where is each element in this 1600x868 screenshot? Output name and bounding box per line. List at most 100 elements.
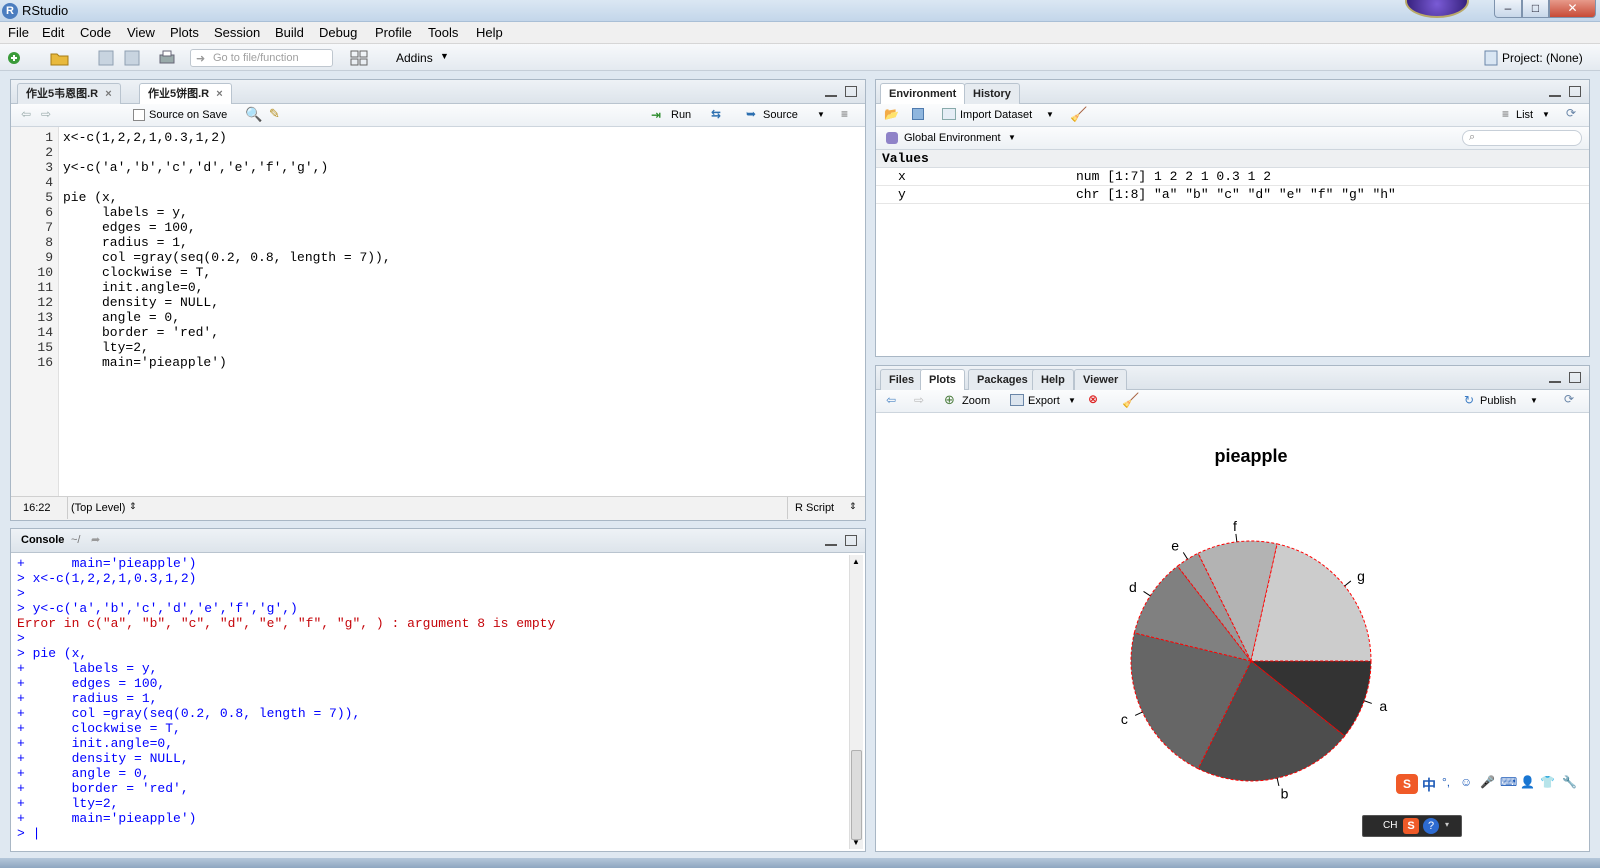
user-icon[interactable]: 👤 (1520, 775, 1535, 789)
source-on-save-checkbox[interactable] (133, 109, 145, 121)
new-file-icon[interactable] (6, 50, 24, 66)
tab-plots[interactable]: Plots (920, 369, 965, 391)
zoom-button[interactable]: Zoom (962, 395, 990, 407)
menu-session[interactable]: Session (214, 25, 260, 40)
save-all-icon[interactable] (124, 50, 142, 66)
maximize-pane-icon[interactable] (845, 535, 857, 546)
scroll-thumb[interactable] (851, 750, 862, 840)
save-icon[interactable] (98, 50, 116, 66)
menu-edit[interactable]: Edit (42, 25, 64, 40)
menu-debug[interactable]: Debug (319, 25, 357, 40)
close-tab-icon[interactable]: × (105, 88, 111, 100)
load-workspace-icon[interactable]: 📂 (884, 107, 899, 121)
scope-updown-icon[interactable]: ⇕ (129, 501, 137, 512)
menu-plots[interactable]: Plots (170, 25, 199, 40)
source-button[interactable]: Source (763, 109, 798, 121)
previous-plot-icon[interactable]: ⇦ (886, 393, 896, 407)
maximize-pane-icon[interactable] (1569, 86, 1581, 97)
menu-help[interactable]: Help (476, 25, 503, 40)
project-menu[interactable]: Project: (None) (1502, 51, 1583, 65)
list-dropdown-icon[interactable]: ▼ (1542, 110, 1550, 119)
keyboard-icon[interactable]: ⌨ (1500, 775, 1517, 789)
code-line[interactable]: y<-c('a','b','c','d','e','f','g',) (63, 160, 328, 175)
next-plot-icon[interactable]: ⇨ (914, 393, 924, 407)
publish-button[interactable]: Publish (1480, 395, 1516, 407)
tab-venn-script[interactable]: 作业5韦恩图.R × (17, 83, 121, 104)
scope-selector[interactable]: (Top Level) (71, 502, 125, 514)
code-line[interactable]: density = NULL, (63, 295, 219, 310)
scope-dropdown-icon[interactable]: ▼ (1008, 133, 1016, 142)
minimize-pane-icon[interactable] (825, 86, 837, 97)
tab-help[interactable]: Help (1032, 369, 1074, 390)
menu-profile[interactable]: Profile (375, 25, 412, 40)
magic-wand-icon[interactable]: ✎ (269, 106, 280, 122)
save-workspace-icon[interactable] (912, 108, 924, 120)
scroll-up-icon[interactable]: ▲ (852, 557, 860, 566)
maximize-button[interactable]: □ (1522, 0, 1549, 18)
skin-icon[interactable]: 👕 (1540, 775, 1555, 789)
tab-viewer[interactable]: Viewer (1074, 369, 1128, 390)
menu-build[interactable]: Build (275, 25, 304, 40)
import-dataset-button[interactable]: Import Dataset (960, 109, 1032, 121)
refresh-icon[interactable]: ⟳ (1566, 106, 1576, 120)
code-line[interactable]: border = 'red', (63, 325, 219, 340)
emoji-icon[interactable]: ☺ (1460, 775, 1472, 789)
tab-packages[interactable]: Packages (968, 369, 1037, 390)
minimize-pane-icon[interactable] (1549, 86, 1561, 97)
input-language-indicator[interactable]: CH (1383, 820, 1397, 831)
code-line[interactable]: labels = y, (63, 205, 188, 220)
forward-arrow-icon[interactable]: ⇨ (41, 107, 51, 121)
global-environment-selector[interactable]: Global Environment (904, 132, 1001, 144)
code-line[interactable]: clockwise = T, (63, 265, 211, 280)
sogou-s-icon[interactable]: S (1396, 774, 1418, 794)
tab-pie-script[interactable]: 作业5饼图.R × (139, 83, 232, 105)
help-icon[interactable]: ? (1423, 818, 1439, 834)
file-type-selector[interactable]: R Script (795, 502, 834, 514)
code-line[interactable]: lty=2, (63, 340, 149, 355)
export-dropdown-icon[interactable]: ▼ (1068, 396, 1076, 405)
code-line[interactable]: col =gray(seq(0.2, 0.8, length = 7)), (63, 250, 391, 265)
open-folder-icon[interactable] (50, 50, 69, 66)
minimize-pane-icon[interactable] (1549, 372, 1561, 383)
maximize-pane-icon[interactable] (1569, 372, 1581, 383)
print-icon[interactable] (158, 50, 176, 66)
code-line[interactable]: init.angle=0, (63, 280, 203, 295)
addins-dropdown-icon[interactable]: ▼ (440, 51, 449, 61)
grid-layout-icon[interactable] (350, 50, 368, 66)
code-line[interactable]: angle = 0, (63, 310, 180, 325)
list-view-button[interactable]: List (1516, 109, 1533, 121)
source-dropdown-icon[interactable]: ▼ (817, 110, 825, 119)
rerun-icon[interactable]: ⇆ (711, 107, 721, 121)
addins-menu[interactable]: Addins (396, 51, 433, 65)
menu-view[interactable]: View (127, 25, 155, 40)
remove-plot-icon[interactable]: ⊗ (1088, 392, 1098, 406)
close-button[interactable]: ✕ (1549, 0, 1596, 18)
goto-directory-icon[interactable]: ➦ (91, 533, 100, 546)
menu-tools[interactable]: Tools (428, 25, 458, 40)
maximize-pane-icon[interactable] (845, 86, 857, 97)
chinese-mode-icon[interactable]: 中 (1422, 775, 1436, 795)
publish-dropdown-icon[interactable]: ▼ (1530, 396, 1538, 405)
minimize-button[interactable]: – (1494, 0, 1522, 18)
code-line[interactable]: edges = 100, (63, 220, 196, 235)
environment-row[interactable]: y chr [1:8] "a" "b" "c" "d" "e" "f" "g" … (876, 186, 1589, 204)
file-type-updown-icon[interactable]: ⇕ (849, 501, 857, 512)
minimize-pane-icon[interactable] (825, 535, 837, 546)
run-button[interactable]: Run (671, 109, 691, 121)
punctuation-icon[interactable]: °, (1442, 775, 1450, 789)
goto-file-input[interactable]: ➜ Go to file/function (190, 49, 333, 67)
back-arrow-icon[interactable]: ⇦ (21, 107, 31, 121)
search-icon[interactable]: 🔍 (245, 106, 262, 123)
microphone-icon[interactable]: 🎤 (1480, 775, 1495, 789)
tab-files[interactable]: Files (880, 369, 924, 390)
code-line[interactable]: x<-c(1,2,2,1,0.3,1,2) (63, 130, 227, 145)
scroll-down-icon[interactable]: ▼ (852, 838, 860, 847)
settings-wrench-icon[interactable]: 🔧 (1562, 775, 1577, 789)
menu-code[interactable]: Code (80, 25, 111, 40)
tab-history[interactable]: History (964, 83, 1020, 104)
refresh-icon[interactable]: ⟳ (1564, 392, 1574, 406)
menu-file[interactable]: File (8, 25, 29, 40)
console-title[interactable]: Console (21, 534, 64, 546)
code-line[interactable]: radius = 1, (63, 235, 188, 250)
outline-icon[interactable]: ≡ (841, 107, 848, 121)
